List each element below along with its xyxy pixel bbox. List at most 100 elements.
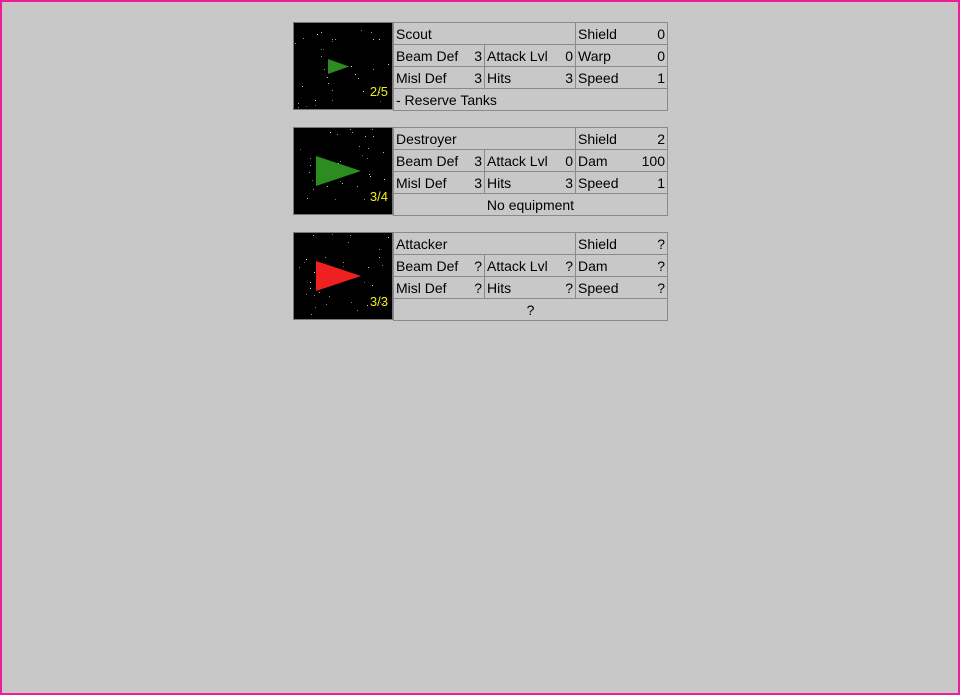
star <box>298 103 299 104</box>
star <box>317 34 318 35</box>
star <box>371 32 372 33</box>
damage-value: 100 <box>641 152 665 169</box>
star <box>351 302 352 303</box>
star <box>373 136 374 137</box>
star <box>362 155 363 156</box>
star <box>332 234 333 235</box>
equipment-line: - Reserve Tanks <box>393 88 668 111</box>
star <box>337 134 338 135</box>
star <box>361 30 362 31</box>
speed-label: Speed <box>578 174 619 191</box>
star <box>327 77 328 78</box>
star <box>303 38 304 39</box>
speed-label: Speed <box>578 69 619 86</box>
ship-card-scout[interactable]: 2/5 Scout Shield 0 Beam Def 3 Attack Lvl 0 … <box>293 22 668 111</box>
star <box>369 174 370 175</box>
shield-label: Shield <box>578 130 617 147</box>
star <box>315 100 316 101</box>
ship-stats-table: Destroyer Shield 2 Beam Def 3 Attack Lvl 0 … <box>393 127 668 216</box>
star <box>306 106 307 107</box>
star <box>382 265 383 266</box>
star <box>340 181 341 182</box>
star <box>364 282 365 283</box>
star <box>306 259 307 260</box>
shield-value: 0 <box>657 25 665 42</box>
beam-def-label: Beam Def <box>396 152 459 169</box>
star <box>321 32 322 33</box>
hits-value: ? <box>565 279 574 296</box>
ship-stats-table: Attacker Shield? Beam Def? Attack Lvl? D… <box>392 232 669 321</box>
star <box>388 237 389 238</box>
beam-def-value: 3 <box>474 47 482 64</box>
attack-label: Attack Lvl <box>487 47 548 64</box>
star <box>298 107 299 108</box>
misl-def-label: Misl Def <box>396 69 447 86</box>
star <box>368 267 369 268</box>
star <box>335 199 336 200</box>
star <box>302 86 303 87</box>
star <box>367 305 368 306</box>
star <box>304 262 305 263</box>
ship-count: 3/4 <box>369 189 388 204</box>
equipment-line: ? <box>392 298 669 321</box>
star <box>388 64 389 65</box>
star <box>365 136 366 137</box>
ship-thumbnail[interactable]: 2/5 <box>293 22 393 110</box>
star <box>323 49 324 50</box>
star <box>373 39 374 40</box>
star <box>372 129 373 130</box>
ship-icon <box>316 261 361 291</box>
star <box>299 267 300 268</box>
star <box>368 148 369 149</box>
damage-label: Dam <box>578 257 608 274</box>
warp-label: Warp <box>578 47 611 64</box>
star <box>380 101 381 102</box>
beam-def-label: Beam Def <box>396 47 459 64</box>
star <box>340 161 341 162</box>
star <box>351 66 352 67</box>
star <box>311 314 312 315</box>
star <box>300 149 301 150</box>
star <box>312 180 313 181</box>
star <box>348 242 349 243</box>
hits-label: Hits <box>487 174 512 191</box>
shield-label: Shield <box>578 25 617 42</box>
star <box>370 176 371 177</box>
ship-card-attacker[interactable]: 3/3 Attacker Shield? Beam Def? Attack Lv… <box>293 232 669 321</box>
ship-card-destroyer[interactable]: 3/4 Destroyer Shield 2 Beam Def 3 Attack L… <box>293 127 668 216</box>
star <box>355 74 356 75</box>
star <box>342 183 343 184</box>
star <box>357 310 358 311</box>
damage-label: Dam <box>578 152 608 169</box>
star <box>383 152 384 153</box>
star <box>343 266 344 267</box>
star <box>329 296 330 297</box>
star <box>295 43 296 44</box>
speed-label: Speed <box>578 279 619 296</box>
ship-icon <box>328 59 349 74</box>
attack-value: 0 <box>565 152 573 169</box>
equipment-line: No equipment <box>393 193 668 216</box>
attack-label: Attack Lvl <box>487 257 548 274</box>
star <box>325 257 326 258</box>
ship-count: 3/3 <box>369 294 388 309</box>
beam-def-value: ? <box>474 257 482 274</box>
warp-value: 0 <box>657 47 665 64</box>
ship-thumbnail[interactable]: 3/3 <box>293 232 393 320</box>
star <box>310 288 311 289</box>
star <box>324 69 325 70</box>
star <box>332 41 333 42</box>
star <box>310 282 311 283</box>
star <box>313 235 314 236</box>
star <box>315 307 316 308</box>
star <box>306 294 307 295</box>
shield-value: 2 <box>657 130 665 147</box>
ship-name: Destroyer <box>393 127 576 150</box>
star <box>319 292 320 293</box>
speed-value: ? <box>657 279 666 296</box>
star <box>332 90 333 91</box>
misl-def-label: Misl Def <box>396 174 447 191</box>
star <box>310 158 311 159</box>
star <box>352 132 353 133</box>
ship-thumbnail[interactable]: 3/4 <box>293 127 393 215</box>
